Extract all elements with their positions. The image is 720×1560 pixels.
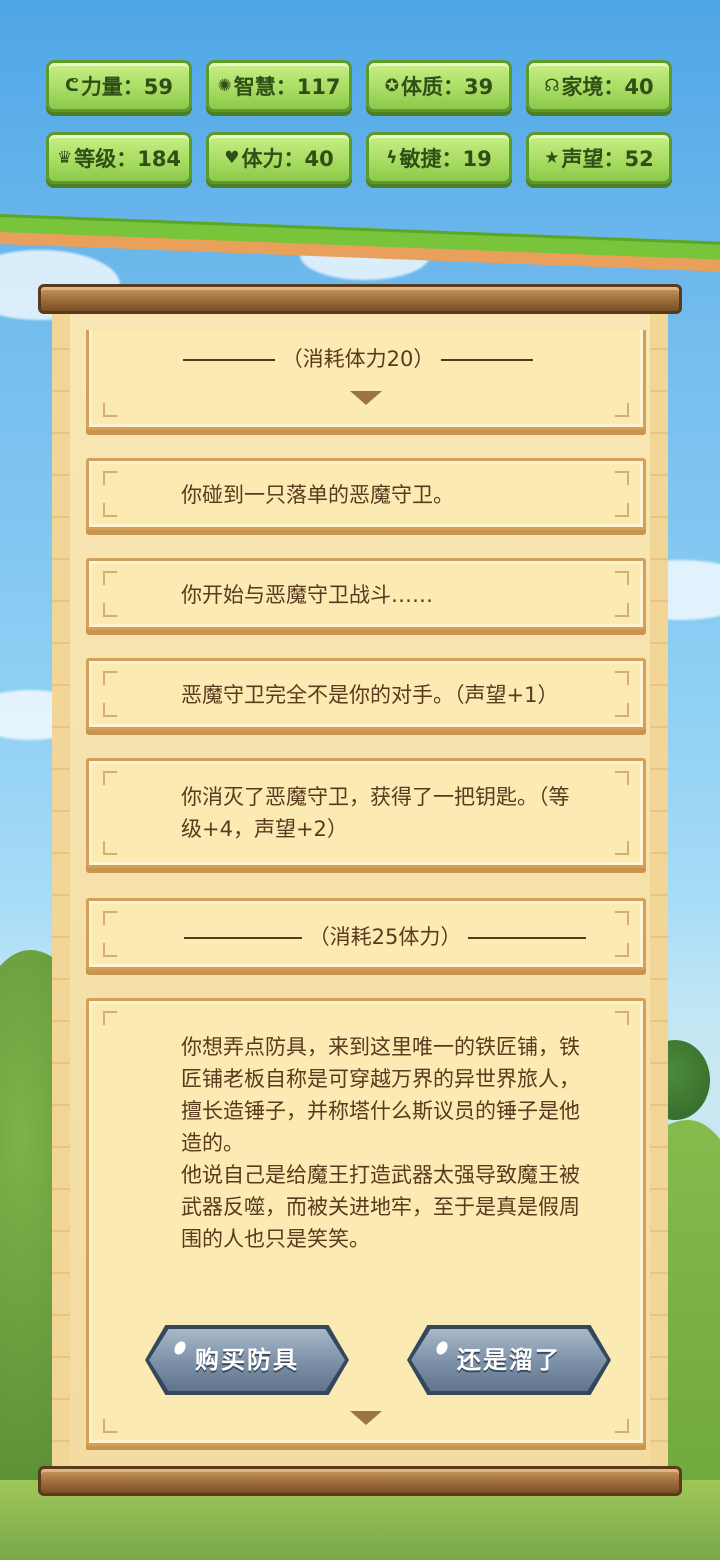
stat-constitution: ✪ 体质：39 (366, 60, 512, 112)
lightning-icon: ϟ (386, 148, 398, 168)
heart-icon: ♥ (224, 148, 240, 168)
scroll-rod-top (38, 284, 682, 314)
log-divider-card: （消耗25体力） (86, 898, 646, 970)
divider-text: （消耗25体力） (308, 925, 462, 949)
leave-button[interactable]: 还是溜了 (411, 1329, 607, 1391)
game-screen: ᕦ 力量：59 ✺ 智慧：117 ✪ 体质：39 ☊ 家境：40 ♛ 等级：18… (0, 0, 720, 1560)
arrow-down-icon (350, 1411, 382, 1425)
story-card: 你想弄点防具，来到这里唯一的铁匠铺，铁 匠铺老板自称是可穿越万界的异世界旅人， … (86, 998, 646, 1446)
crown-icon: ♛ (56, 148, 73, 168)
log-entry: 你碰到一只落单的恶魔守卫。 (86, 458, 646, 530)
story-line: 造的。 (181, 1131, 244, 1155)
shine (434, 1339, 450, 1357)
scroll-edge (650, 308, 668, 1474)
family-icon: ☊ (544, 76, 560, 96)
stat-family: ☊ 家境：40 (526, 60, 672, 112)
button-label: 还是溜了 (457, 1346, 561, 1374)
stat-label: 家境：40 (561, 75, 654, 99)
log-text: 级+4，声望+2） (181, 817, 348, 841)
divider-line (183, 359, 275, 361)
log-text: 你消灭了恶魔守卫，获得了一把钥匙。（等 (181, 785, 570, 809)
story-line: 匠铺老板自称是可穿越万界的异世界旅人， (181, 1067, 580, 1091)
scroll-edge (52, 308, 70, 1474)
log-text: 你碰到一只落单的恶魔守卫。 (181, 483, 454, 507)
stat-wisdom: ✺ 智慧：117 (206, 60, 352, 112)
star-icon: ★ (544, 148, 560, 168)
button-label: 购买防具 (195, 1346, 299, 1374)
shine (172, 1339, 188, 1357)
stat-level: ♛ 等级：184 (46, 132, 192, 184)
stat-agility: ϟ 敏捷：19 (366, 132, 512, 184)
log-entry: 恶魔守卫完全不是你的对手。（声望+1） (86, 658, 646, 730)
divider-line (183, 937, 302, 939)
divider-line (468, 937, 587, 939)
story-line: 武器反噬，而被关进地牢，至于是真是假周 (181, 1195, 580, 1219)
stat-reputation: ★ 声望：52 (526, 132, 672, 184)
bulb-icon: ✺ (217, 76, 232, 96)
story-line: 擅长造锤子，并称塔什么斯议员的锤子是他 (181, 1099, 580, 1123)
stat-label: 力量：59 (80, 75, 174, 99)
stat-label: 等级：184 (74, 147, 182, 171)
stat-label: 声望：52 (561, 147, 654, 171)
divider-line (441, 359, 534, 361)
stat-label: 体力：40 (241, 147, 334, 171)
body-icon: ✪ (384, 76, 399, 96)
log-text: 恶魔守卫完全不是你的对手。（声望+1） (181, 683, 559, 707)
scroll-rod-bottom (38, 1466, 682, 1496)
story-line: 你想弄点防具，来到这里唯一的铁匠铺，铁 (181, 1035, 580, 1059)
log-entry: 你消灭了恶魔守卫，获得了一把钥匙。（等 级+4，声望+2） (86, 758, 646, 868)
stats-panel: ᕦ 力量：59 ✺ 智慧：117 ✪ 体质：39 ☊ 家境：40 ♛ 等级：18… (46, 60, 674, 184)
arrow-down-icon (350, 391, 382, 405)
story-line: 围的人也只是笑笑。 (181, 1227, 370, 1251)
stat-label: 敏捷：19 (399, 147, 492, 171)
stat-label: 体质：39 (401, 75, 494, 99)
stat-stamina: ♥ 体力：40 (206, 132, 352, 184)
log-divider-card: （消耗体力20） (86, 330, 646, 430)
stat-strength: ᕦ 力量：59 (46, 60, 192, 112)
buy-armor-button[interactable]: 购买防具 (149, 1329, 345, 1391)
story-line: 他说自己是给魔王打造武器太强导致魔王被 (181, 1163, 580, 1187)
log-entry: 你开始与恶魔守卫战斗…… (86, 558, 646, 630)
log-text: 你开始与恶魔守卫战斗…… (181, 583, 433, 607)
event-log[interactable]: （消耗体力20） 你碰到一只落单的恶魔守卫。 你开始与恶魔守卫战斗…… 恶魔守卫… (86, 330, 646, 1450)
muscle-icon: ᕦ (64, 76, 79, 96)
divider-text: （消耗体力20） (281, 347, 435, 371)
stat-label: 智慧：117 (233, 75, 341, 99)
